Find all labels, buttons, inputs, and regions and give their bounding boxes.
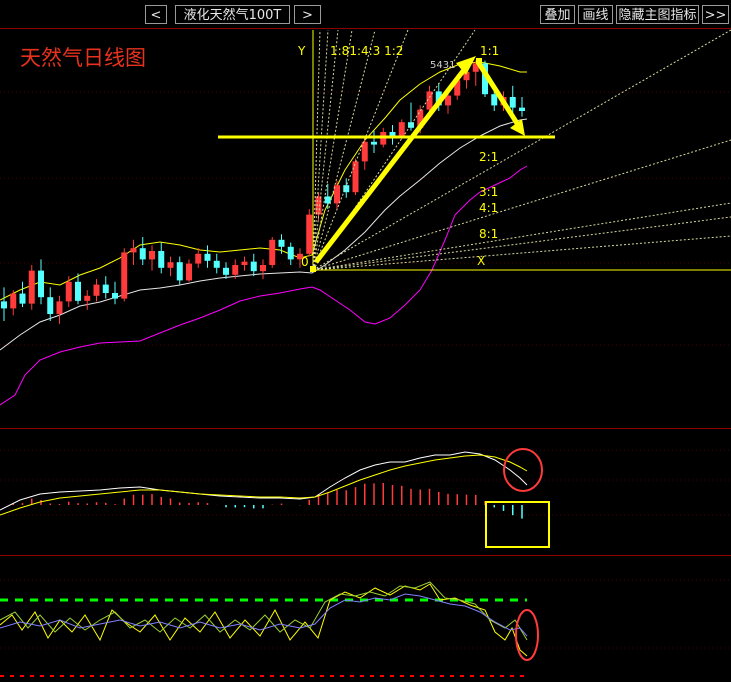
down-arrow-line <box>475 60 523 130</box>
candle-body <box>158 251 165 268</box>
gann-ratio-4-1: 4:1 <box>479 201 498 215</box>
candle-body <box>491 94 498 106</box>
candle-body <box>93 284 100 296</box>
gann-fan <box>312 29 731 271</box>
candle-body <box>324 196 331 204</box>
candle-body <box>223 267 229 275</box>
candle-body <box>102 284 109 293</box>
oscillator-line-yellow <box>0 583 528 657</box>
candle-body <box>260 265 266 272</box>
bollinger-mid-line <box>0 118 528 351</box>
gann-ratio-3-1: 3:1 <box>479 185 498 199</box>
candle-body <box>408 122 414 128</box>
candle-body <box>352 161 359 193</box>
price-chart[interactable]: Y 1:81:4:3 1:2 1:1 2:1 3:1 4:1 8:1 X 0 5… <box>0 0 731 682</box>
candlestick-series <box>1 60 525 324</box>
candle-body <box>28 270 35 304</box>
candle-body <box>398 122 405 137</box>
candle-body <box>315 196 322 215</box>
candle-body <box>112 293 118 299</box>
candle-body <box>130 248 137 253</box>
candle-body <box>84 295 91 301</box>
candle-body <box>287 246 294 260</box>
candle-body <box>232 265 239 275</box>
candle-body <box>213 260 220 268</box>
candle-body <box>361 141 368 162</box>
gann-ratios-top: 1:81:4:3 1:2 <box>330 44 403 58</box>
candle-body <box>19 293 26 304</box>
gann-x-label: X <box>477 254 485 268</box>
gann-ratio-8-1: 8:1 <box>479 227 498 241</box>
candle-body <box>56 301 63 314</box>
candle-body <box>1 301 7 309</box>
candle-body <box>75 281 81 301</box>
gann-ratio-1-1: 1:1 <box>480 44 499 58</box>
candle-body <box>250 261 257 272</box>
origin-marker <box>310 266 316 272</box>
macd-box-highlight <box>485 501 550 548</box>
macd-histogram <box>12 483 523 519</box>
peak-marker <box>476 58 482 64</box>
gann-ratio-2-1: 2:1 <box>479 150 498 164</box>
candle-body <box>509 97 516 108</box>
candle-body <box>38 270 44 298</box>
candle-body <box>186 263 192 281</box>
candle-body <box>176 262 183 281</box>
candle-body <box>241 261 248 265</box>
candle-body <box>167 262 174 268</box>
candle-body <box>204 253 211 261</box>
oscillator-line-green <box>0 581 528 641</box>
candle-body <box>121 252 128 299</box>
candle-body <box>306 214 313 254</box>
candle-body <box>10 293 17 309</box>
gann-origin-label: 0 <box>301 255 309 269</box>
oscillator-circle-highlight <box>515 609 539 661</box>
candle-body <box>334 185 340 204</box>
candle-body <box>278 239 285 247</box>
candle-body <box>149 251 155 260</box>
candle-body <box>65 281 72 302</box>
candle-body <box>269 239 276 265</box>
gann-y-label: Y <box>297 44 306 58</box>
candle-body <box>139 248 146 260</box>
candle-body <box>47 297 54 314</box>
candle-body <box>519 107 525 111</box>
candle-body <box>371 141 377 145</box>
grid-lines <box>0 91 731 649</box>
candle-body <box>195 253 202 264</box>
peak-price-label: 5431 <box>430 60 455 71</box>
